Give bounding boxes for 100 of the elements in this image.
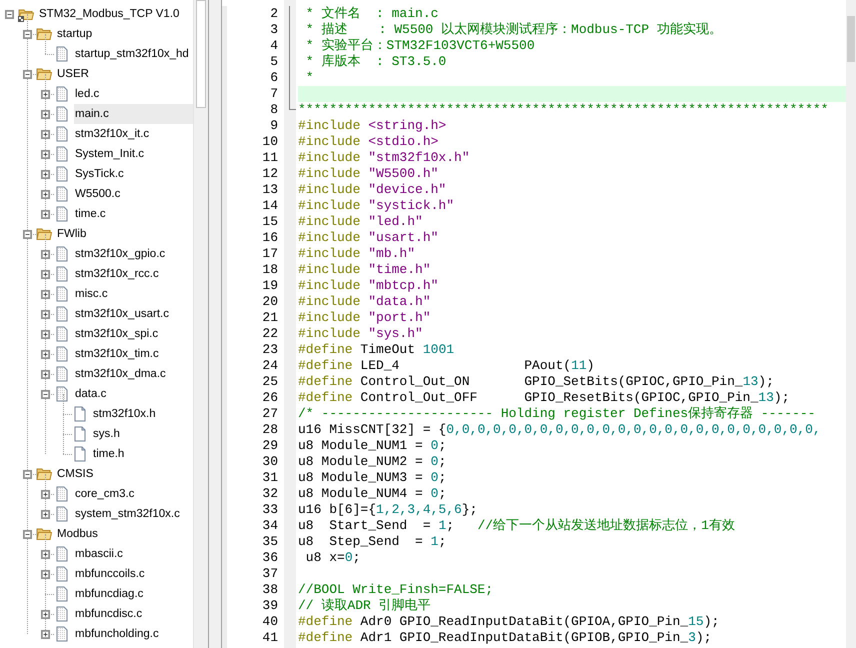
tree-item[interactable]: stm32f10x.h xyxy=(92,404,193,424)
line-number: 15 xyxy=(261,214,279,230)
expand-toggle[interactable] xyxy=(40,190,50,198)
tree-item[interactable]: stm32f10x_tim.c xyxy=(74,344,193,364)
tree-item[interactable]: sys.h xyxy=(92,424,193,444)
expand-toggle[interactable] xyxy=(40,510,50,518)
line-number: 36 xyxy=(261,550,279,566)
code-line: #include "time.h" xyxy=(298,262,432,278)
expand-toggle[interactable] xyxy=(40,290,50,298)
tree-item[interactable]: misc.c xyxy=(74,284,193,304)
line-number: 9 xyxy=(269,118,279,134)
collapse-toggle[interactable] xyxy=(22,70,32,78)
tree-item[interactable]: startup xyxy=(56,24,193,44)
tree-item[interactable]: main.c xyxy=(74,104,193,124)
file-icon xyxy=(54,386,70,402)
expand-toggle[interactable] xyxy=(40,250,50,258)
expand-toggle[interactable] xyxy=(40,170,50,178)
code-line: #define LED_4 PAout(11) xyxy=(298,358,596,374)
code-line: #include "data.h" xyxy=(298,294,432,310)
expand-toggle[interactable] xyxy=(40,610,50,618)
expand-toggle[interactable] xyxy=(40,90,50,98)
code-line: #include "device.h" xyxy=(298,182,448,198)
code-line: #define Control_Out_OFF GPIO_ResetBits(GPIOC,GPIO_Pin_13); xyxy=(298,390,791,406)
tree-item[interactable]: W5500.c xyxy=(74,184,193,204)
line-number: 40 xyxy=(261,614,279,630)
tree-item[interactable]: FWlib xyxy=(56,224,193,244)
expand-toggle[interactable] xyxy=(40,270,50,278)
expand-toggle[interactable] xyxy=(40,350,50,358)
file-icon xyxy=(54,206,70,222)
tree-item[interactable]: startup_stm32f10x_hd xyxy=(74,44,193,64)
tree-item[interactable]: stm32f10x_gpio.c xyxy=(74,244,193,264)
tree-item[interactable]: stm32f10x_rcc.c xyxy=(74,264,193,284)
line-number: 28 xyxy=(261,422,279,438)
expand-toggle[interactable] xyxy=(40,370,50,378)
file-icon xyxy=(54,86,70,102)
tree-item[interactable]: led.c xyxy=(74,84,193,104)
file-icon xyxy=(54,546,70,562)
tree-item[interactable]: mbfuncdisc.c xyxy=(74,604,193,624)
code-line: * xyxy=(304,70,315,86)
expand-toggle[interactable] xyxy=(40,210,50,218)
code-line: u8 Start_Send = 1; //给下一个从站发送地址数据标志位，1有效 xyxy=(298,518,736,534)
tree-item[interactable]: time.h xyxy=(92,444,193,464)
tree-item[interactable]: System_Init.c xyxy=(74,144,193,164)
tree-item[interactable]: core_cm3.c xyxy=(74,484,193,504)
collapse-toggle[interactable] xyxy=(22,30,32,38)
file-icon xyxy=(54,166,70,182)
tree-item[interactable]: stm32f10x_it.c xyxy=(74,124,193,144)
tree-item[interactable]: STM32_Modbus_TCP V1.0 xyxy=(38,4,193,24)
collapse-toggle[interactable] xyxy=(22,230,32,238)
tree-item[interactable]: system_stm32f10x.c xyxy=(74,504,193,524)
expand-toggle[interactable] xyxy=(40,490,50,498)
code-line: #include "systick.h" xyxy=(298,198,456,214)
line-number: 22 xyxy=(261,326,279,342)
code-line: #include "mbtcp.h" xyxy=(298,278,440,294)
tree-item[interactable]: mbfuncdiag.c xyxy=(74,584,193,604)
tree-item[interactable]: stm32f10x_usart.c xyxy=(74,304,193,324)
tree-item[interactable]: stm32f10x_spi.c xyxy=(74,324,193,344)
tree-item[interactable]: data.c xyxy=(74,384,193,404)
line-number: 24 xyxy=(261,358,279,374)
collapse-toggle[interactable] xyxy=(22,470,32,478)
tree-item[interactable]: mbfuncholding.c xyxy=(74,624,193,644)
tree-item[interactable]: CMSIS xyxy=(56,464,193,484)
scrollbar[interactable] xyxy=(846,0,856,648)
line-number: 35 xyxy=(261,534,279,550)
file-icon xyxy=(72,426,88,442)
file-icon xyxy=(54,346,70,362)
expand-toggle[interactable] xyxy=(40,550,50,558)
line-number: 30 xyxy=(261,454,279,470)
tree-item[interactable]: mbascii.c xyxy=(74,544,193,564)
folder-icon xyxy=(36,26,52,42)
expand-toggle[interactable] xyxy=(40,630,50,638)
tree-item[interactable]: USER xyxy=(56,64,193,84)
file-icon xyxy=(54,506,70,522)
collapse-toggle[interactable] xyxy=(40,390,50,398)
code-line: * 描述 : W5500 以太网模块测试程序：Modbus-TCP 功能实现。 xyxy=(304,22,723,38)
tree-item[interactable]: SysTick.c xyxy=(74,164,193,184)
expand-toggle[interactable] xyxy=(40,110,50,118)
expand-toggle[interactable] xyxy=(40,330,50,338)
scrollbar[interactable] xyxy=(193,0,208,648)
expand-toggle[interactable] xyxy=(40,150,50,158)
expand-toggle[interactable] xyxy=(40,570,50,578)
line-number: 3 xyxy=(269,22,279,38)
tree-item[interactable]: mbfunccoils.c xyxy=(74,564,193,584)
line-number: 7 xyxy=(269,86,279,102)
line-number: 25 xyxy=(261,374,279,390)
collapse-toggle[interactable] xyxy=(22,530,32,538)
tree-item[interactable]: Modbus xyxy=(56,524,193,544)
code-line: #define Control_Out_ON GPIO_SetBits(GPIOC,GPIO_Pin_13); xyxy=(298,374,775,390)
code-line: #include "sys.h" xyxy=(298,326,424,342)
collapse-toggle[interactable] xyxy=(4,10,14,18)
code-line: u8 x=0; xyxy=(304,550,362,566)
tree-item[interactable]: stm32f10x_dma.c xyxy=(74,364,193,384)
file-icon xyxy=(54,366,70,382)
code-line: #include "port.h" xyxy=(298,310,432,326)
expand-toggle[interactable] xyxy=(40,310,50,318)
line-number: 19 xyxy=(261,278,279,294)
file-icon xyxy=(54,566,70,582)
line-number: 4 xyxy=(269,38,279,54)
expand-toggle[interactable] xyxy=(40,130,50,138)
tree-item[interactable]: time.c xyxy=(74,204,193,224)
